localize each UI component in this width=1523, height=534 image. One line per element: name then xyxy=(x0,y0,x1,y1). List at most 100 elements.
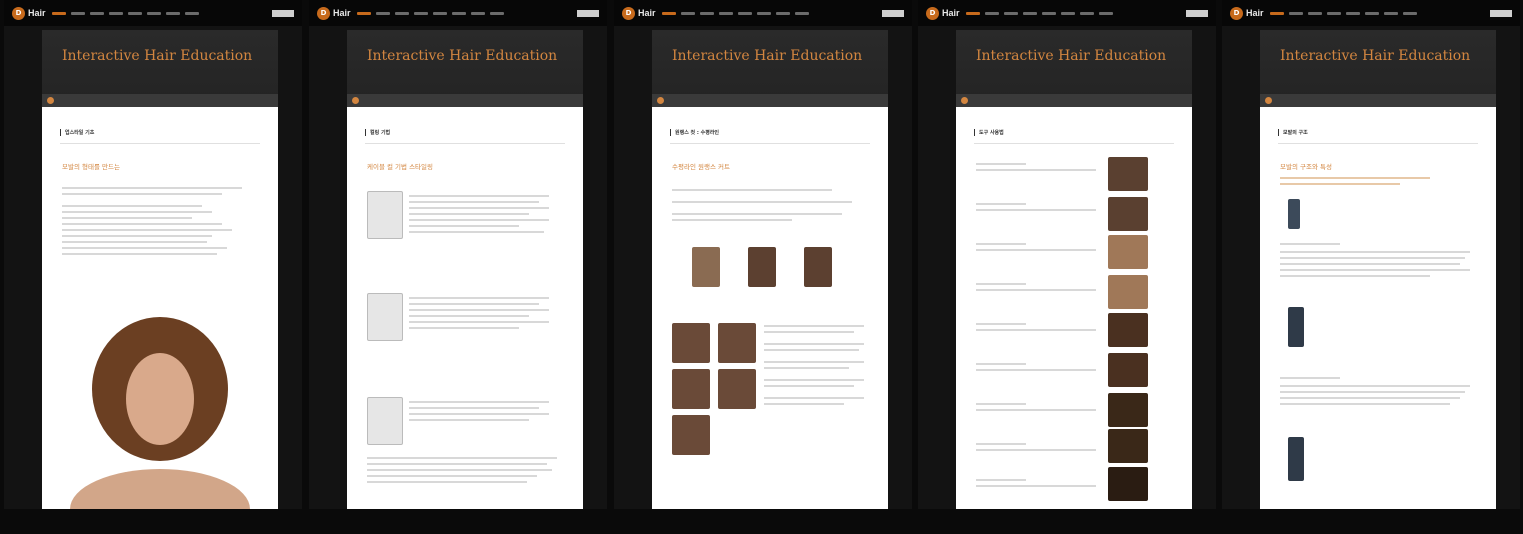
nav-item[interactable] xyxy=(756,11,771,15)
text-line xyxy=(409,195,549,197)
text-line xyxy=(1280,391,1465,393)
nav-item[interactable] xyxy=(184,11,199,15)
nav-item[interactable] xyxy=(470,11,485,15)
search-input[interactable] xyxy=(577,9,599,17)
nav-item[interactable] xyxy=(1060,11,1075,15)
nav-item[interactable] xyxy=(984,11,999,15)
search-input[interactable] xyxy=(882,9,904,17)
text-line xyxy=(764,349,859,351)
nav-item[interactable] xyxy=(108,11,123,15)
top-nav: D Hair xyxy=(309,0,607,26)
hair-photo xyxy=(748,247,776,287)
section-title: 도구 사용법 xyxy=(974,129,1004,136)
nav-item[interactable] xyxy=(1326,11,1341,15)
nav-item[interactable] xyxy=(661,11,676,15)
text-line xyxy=(409,201,539,203)
text-line xyxy=(1280,251,1470,253)
nav-item[interactable] xyxy=(718,11,733,15)
text-line xyxy=(976,403,1026,405)
footer xyxy=(918,509,1216,534)
search-input[interactable] xyxy=(1490,9,1512,17)
nav-item[interactable] xyxy=(451,11,466,15)
nav-item[interactable] xyxy=(1003,11,1018,15)
logo[interactable]: D Hair xyxy=(12,6,46,20)
nav-item[interactable] xyxy=(1079,11,1094,15)
divider xyxy=(974,143,1174,144)
nav-item[interactable] xyxy=(89,11,104,15)
nav-item[interactable] xyxy=(1345,11,1360,15)
nav-item[interactable] xyxy=(1041,11,1056,15)
text-line xyxy=(367,457,557,459)
text-line xyxy=(62,211,212,213)
top-nav: D Hair xyxy=(614,0,912,26)
nav-item[interactable] xyxy=(1402,11,1417,15)
nav-item[interactable] xyxy=(413,11,428,15)
nav-menu xyxy=(1269,11,1417,15)
nav-item[interactable] xyxy=(356,11,371,15)
nav-item[interactable] xyxy=(699,11,714,15)
breadcrumb-icon xyxy=(1265,97,1272,104)
content-heading: 수평라인 원랭스 커트 xyxy=(672,163,730,171)
nav-item[interactable] xyxy=(127,11,142,15)
nav-item[interactable] xyxy=(375,11,390,15)
page-header: Interactive Hair Education xyxy=(1260,30,1496,100)
nav-item[interactable] xyxy=(165,11,180,15)
nav-item[interactable] xyxy=(394,11,409,15)
nav-item[interactable] xyxy=(1022,11,1037,15)
hair-photo xyxy=(692,247,720,287)
text-line xyxy=(409,315,529,317)
nav-item[interactable] xyxy=(1364,11,1379,15)
breadcrumb-icon xyxy=(352,97,359,104)
panel-3: D Hair Interactive Hair Education 원랭스 컷 … xyxy=(614,0,912,534)
text-line xyxy=(62,193,222,195)
page-title: Interactive Hair Education xyxy=(672,48,863,64)
nav-item[interactable] xyxy=(1383,11,1398,15)
nav-item[interactable] xyxy=(51,11,66,15)
nav-item[interactable] xyxy=(775,11,790,15)
tool-photo xyxy=(1108,157,1148,191)
text-line xyxy=(764,403,844,405)
nav-item[interactable] xyxy=(794,11,809,15)
text-line xyxy=(367,463,547,465)
text-line xyxy=(976,329,1096,331)
text-line xyxy=(62,229,232,231)
nav-item[interactable] xyxy=(737,11,752,15)
content-area: 원랭스 컷 : 수평라인 수평라인 원랭스 커트 xyxy=(652,107,888,509)
nav-item[interactable] xyxy=(1288,11,1303,15)
divider xyxy=(1278,143,1478,144)
nav-item[interactable] xyxy=(965,11,980,15)
page-title: Interactive Hair Education xyxy=(976,48,1167,64)
search-input[interactable] xyxy=(1186,9,1208,17)
nav-item[interactable] xyxy=(680,11,695,15)
tool-photo xyxy=(1108,467,1148,501)
text-line xyxy=(672,219,792,221)
text-line xyxy=(976,369,1096,371)
illustration xyxy=(367,293,403,341)
nav-item[interactable] xyxy=(70,11,85,15)
nav-item[interactable] xyxy=(489,11,504,15)
logo[interactable]: D Hair xyxy=(317,6,351,20)
content-heading: 모발의 구조와 특성 xyxy=(1280,163,1332,171)
text-line xyxy=(62,205,202,207)
logo[interactable]: D Hair xyxy=(926,6,960,20)
text-line xyxy=(764,343,864,345)
text-line xyxy=(367,469,552,471)
nav-item[interactable] xyxy=(1269,11,1284,15)
text-line xyxy=(409,207,549,209)
breadcrumb-icon xyxy=(657,97,664,104)
text-line xyxy=(672,201,852,203)
page-title: Interactive Hair Education xyxy=(62,48,253,64)
nav-item[interactable] xyxy=(432,11,447,15)
nav-item[interactable] xyxy=(146,11,161,15)
footer xyxy=(1222,509,1520,534)
text-line xyxy=(1280,177,1430,179)
text-line xyxy=(62,253,217,255)
nav-item[interactable] xyxy=(1098,11,1113,15)
text-line xyxy=(976,363,1026,365)
logo[interactable]: D Hair xyxy=(1230,6,1264,20)
nav-item[interactable] xyxy=(1307,11,1322,15)
hair-diagram xyxy=(1288,199,1300,229)
search-input[interactable] xyxy=(272,9,294,17)
logo[interactable]: D Hair xyxy=(622,6,656,20)
text-line xyxy=(409,213,529,215)
